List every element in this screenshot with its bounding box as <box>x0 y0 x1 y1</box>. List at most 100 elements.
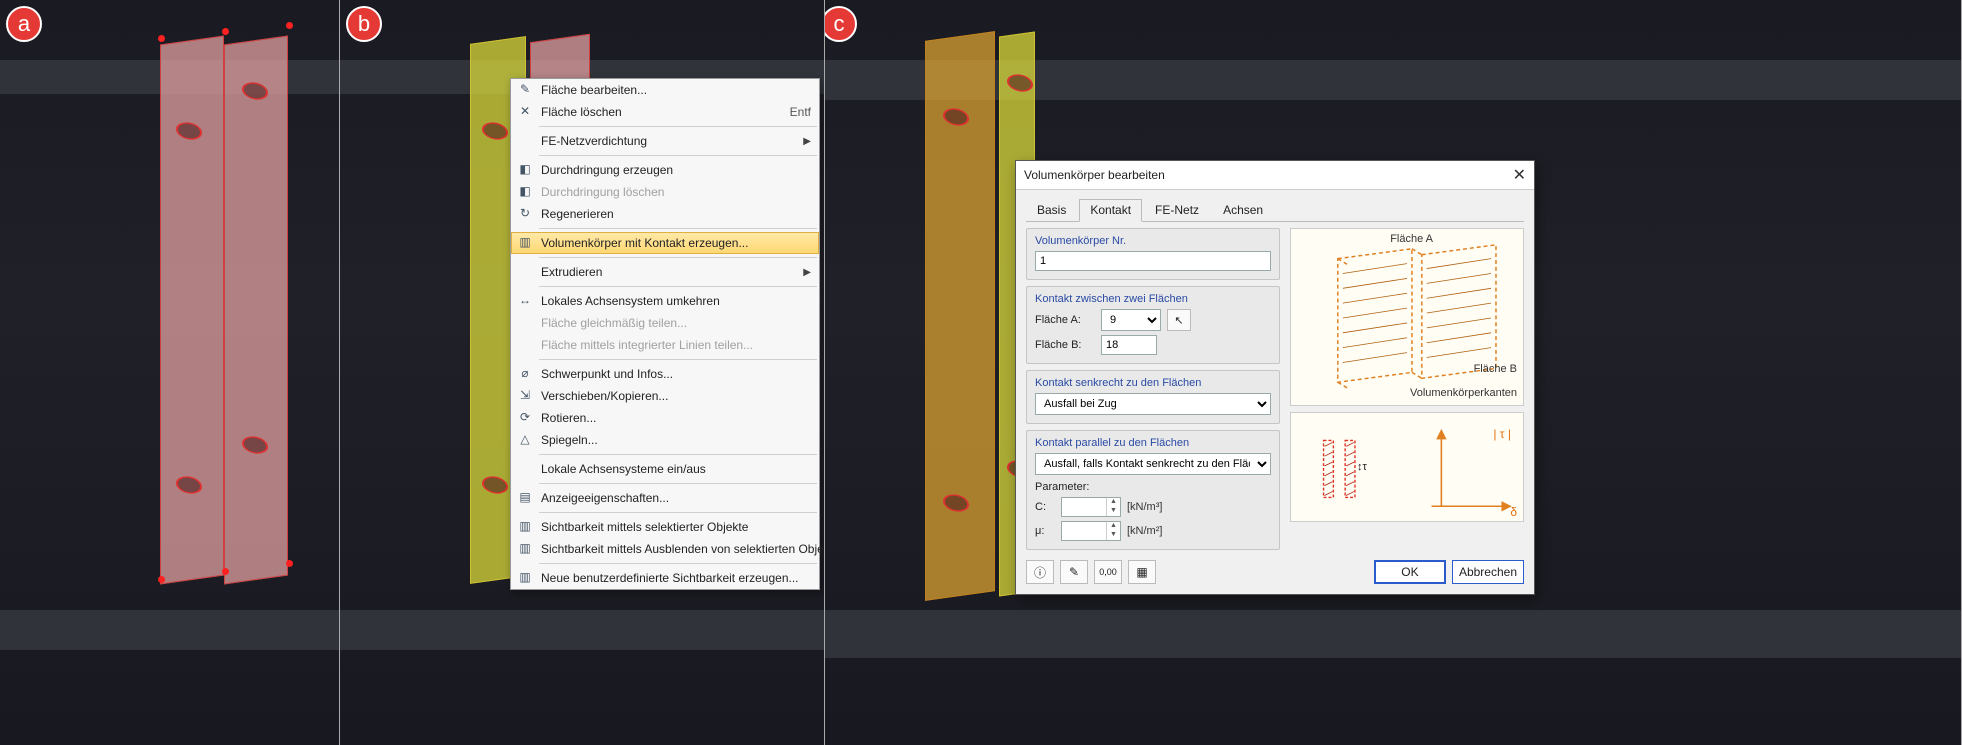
menu-item-icon <box>515 315 535 331</box>
menu-item-shortcut: Entf <box>770 105 811 119</box>
menu-item-icon: ▥ <box>515 235 535 251</box>
context-menu-separator <box>539 483 817 484</box>
units-icon[interactable]: 0,00 <box>1094 560 1122 584</box>
menu-item-label: Extrudieren <box>541 265 602 279</box>
menu-item-label: Rotieren... <box>541 411 596 425</box>
context-menu-item[interactable]: ↔ Lokales Achsensystem umkehren <box>511 290 819 312</box>
context-menu-separator <box>539 126 817 127</box>
menu-item-label: Neue benutzerdefinierte Sichtbarkeit erz… <box>541 571 799 585</box>
context-menu-item[interactable]: ▥Volumenkörper mit Kontakt erzeugen... <box>511 232 819 254</box>
nummer-input[interactable] <box>1035 251 1271 271</box>
menu-item-icon: ▥ <box>515 570 535 586</box>
chevron-right-icon: ▶ <box>803 267 811 278</box>
group-parallel-title: Kontakt parallel zu den Flächen <box>1035 437 1271 449</box>
context-menu-item[interactable]: ✕ Fläche löschen Entf <box>511 101 819 123</box>
context-menu-item[interactable]: △Spiegeln... <box>511 429 819 451</box>
context-menu-separator <box>539 359 817 360</box>
cancel-button[interactable]: Abbrechen <box>1452 560 1524 584</box>
context-menu-item[interactable]: ✎Fläche bearbeiten... <box>511 79 819 101</box>
group-nummer-title: Volumenkörper Nr. <box>1035 235 1271 247</box>
menu-item-label: FE-Netzverdichtung <box>541 134 647 148</box>
senkrecht-select[interactable]: Ausfall bei Zug <box>1035 393 1271 415</box>
menu-item-label: Fläche löschen <box>541 105 622 119</box>
menu-item-icon <box>515 461 535 477</box>
param-mu-input <box>1062 524 1106 538</box>
menu-item-icon: ⌀ <box>515 366 535 382</box>
group-flaechen-title: Kontakt zwischen zwei Flächen <box>1035 293 1271 305</box>
param-mu-label: μ: <box>1035 525 1055 537</box>
menu-item-label: Verschieben/Kopieren... <box>541 389 668 403</box>
menu-item-icon: △ <box>515 432 535 448</box>
context-menu-separator <box>539 563 817 564</box>
chevron-right-icon: ▶ <box>803 136 811 147</box>
menu-item-label: Fläche mittels integrierter Linien teile… <box>541 338 753 352</box>
panel-a: a <box>0 0 340 745</box>
menu-item-label: Durchdringung löschen <box>541 185 664 199</box>
panel-b: b ✎Fläche bearbeiten...✕Fläche löschenEn… <box>340 0 825 745</box>
extra-icon[interactable]: ▦ <box>1128 560 1156 584</box>
face-b-label: Fläche B: <box>1035 339 1095 351</box>
group-flaechen: Kontakt zwischen zwei Flächen Fläche A: … <box>1026 286 1280 364</box>
menu-item-icon: ▤ <box>515 490 535 506</box>
context-menu: ✎Fläche bearbeiten... ✕ Fläche löschen Entf… <box>510 78 820 590</box>
menu-item-icon <box>515 133 535 149</box>
ok-button[interactable]: OK <box>1374 560 1446 584</box>
context-menu-item[interactable]: Lokale Achsensysteme ein/aus <box>511 458 819 480</box>
menu-item-label: Lokales Achsensystem umkehren <box>541 294 720 308</box>
note-icon[interactable]: ✎ <box>1060 560 1088 584</box>
dialog-title-text: Volumenkörper bearbeiten <box>1024 168 1165 182</box>
illus-label-a: Fläche A <box>1390 233 1433 245</box>
context-menu-item[interactable]: ▤ Anzeigeeigenschaften... <box>511 487 819 509</box>
menu-item-icon: ✎ <box>515 82 535 98</box>
param-c-input <box>1062 500 1106 514</box>
param-c-unit: [kN/m³] <box>1127 501 1162 513</box>
param-mu-unit: [kN/m²] <box>1127 525 1162 537</box>
context-menu-item[interactable]: Extrudieren ▶ <box>511 261 819 283</box>
context-menu-item[interactable]: ⟳Rotieren... <box>511 407 819 429</box>
group-parallel: Kontakt parallel zu den Flächen Ausfall,… <box>1026 430 1280 550</box>
group-nummer: Volumenkörper Nr. <box>1026 228 1280 280</box>
close-icon[interactable]: ✕ <box>1513 165 1526 185</box>
menu-item-icon: ✕ <box>515 104 535 120</box>
menu-item-icon: ⇲ <box>515 388 535 404</box>
face-a-select[interactable]: 9 <box>1101 309 1161 331</box>
context-menu-separator <box>539 286 817 287</box>
panel-c: c Volumenkörper bearbeiten ✕ Basis Konta… <box>825 0 1962 745</box>
pick-face-icon[interactable]: ↖ <box>1167 309 1191 331</box>
menu-item-icon: ▥ <box>515 519 535 535</box>
tab-kontakt[interactable]: Kontakt <box>1079 199 1142 222</box>
context-menu-separator <box>539 155 817 156</box>
menu-item-label: Regenerieren <box>541 207 614 221</box>
menu-item-label: Durchdringung erzeugen <box>541 163 673 177</box>
context-menu-item[interactable]: ▥Sichtbarkeit mittels selektierter Objek… <box>511 516 819 538</box>
param-c-spinner[interactable]: ▲▼ <box>1061 497 1121 517</box>
face-b-input[interactable] <box>1101 335 1157 355</box>
context-menu-item[interactable]: ⇲ Verschieben/Kopieren... <box>511 385 819 407</box>
tab-fenetz[interactable]: FE-Netz <box>1144 199 1210 222</box>
context-menu-item[interactable]: ⌀Schwerpunkt und Infos... <box>511 363 819 385</box>
context-menu-item[interactable]: ↻Regenerieren <box>511 203 819 225</box>
group-senkrecht-title: Kontakt senkrecht zu den Flächen <box>1035 377 1271 389</box>
tab-basis[interactable]: Basis <box>1026 199 1077 222</box>
menu-item-icon: ◧ <box>515 184 535 200</box>
context-menu-item[interactable]: ▥Sichtbarkeit mittels Ausblenden von sel… <box>511 538 819 560</box>
param-c-label: C: <box>1035 501 1055 513</box>
context-menu-item: ◧ Durchdringung löschen <box>511 181 819 203</box>
context-menu-item[interactable]: FE-Netzverdichtung ▶ <box>511 130 819 152</box>
context-menu-separator <box>539 512 817 513</box>
menu-item-icon <box>515 337 535 353</box>
context-menu-item[interactable]: ▥ Neue benutzerdefinierte Sichtbarkeit er… <box>511 567 819 589</box>
context-menu-item[interactable]: ◧Durchdringung erzeugen <box>511 159 819 181</box>
dialog-footer: ⓘ ✎ 0,00 ▦ OK Abbrechen <box>1016 554 1534 594</box>
viewport-3d-a[interactable] <box>0 0 339 745</box>
param-mu-spinner[interactable]: ▲▼ <box>1061 521 1121 541</box>
help-icon[interactable]: ⓘ <box>1026 560 1054 584</box>
tab-achsen[interactable]: Achsen <box>1212 199 1274 222</box>
menu-item-label: Lokale Achsensysteme ein/aus <box>541 462 706 476</box>
dialog-titlebar[interactable]: Volumenkörper bearbeiten ✕ <box>1016 161 1534 190</box>
menu-item-icon: ↔ <box>515 293 535 309</box>
parameter-heading: Parameter: <box>1035 481 1271 493</box>
menu-item-label: Anzeigeeigenschaften... <box>541 491 669 505</box>
menu-item-icon <box>515 264 535 280</box>
parallel-select[interactable]: Ausfall, falls Kontakt senkrecht zu den … <box>1035 453 1271 475</box>
